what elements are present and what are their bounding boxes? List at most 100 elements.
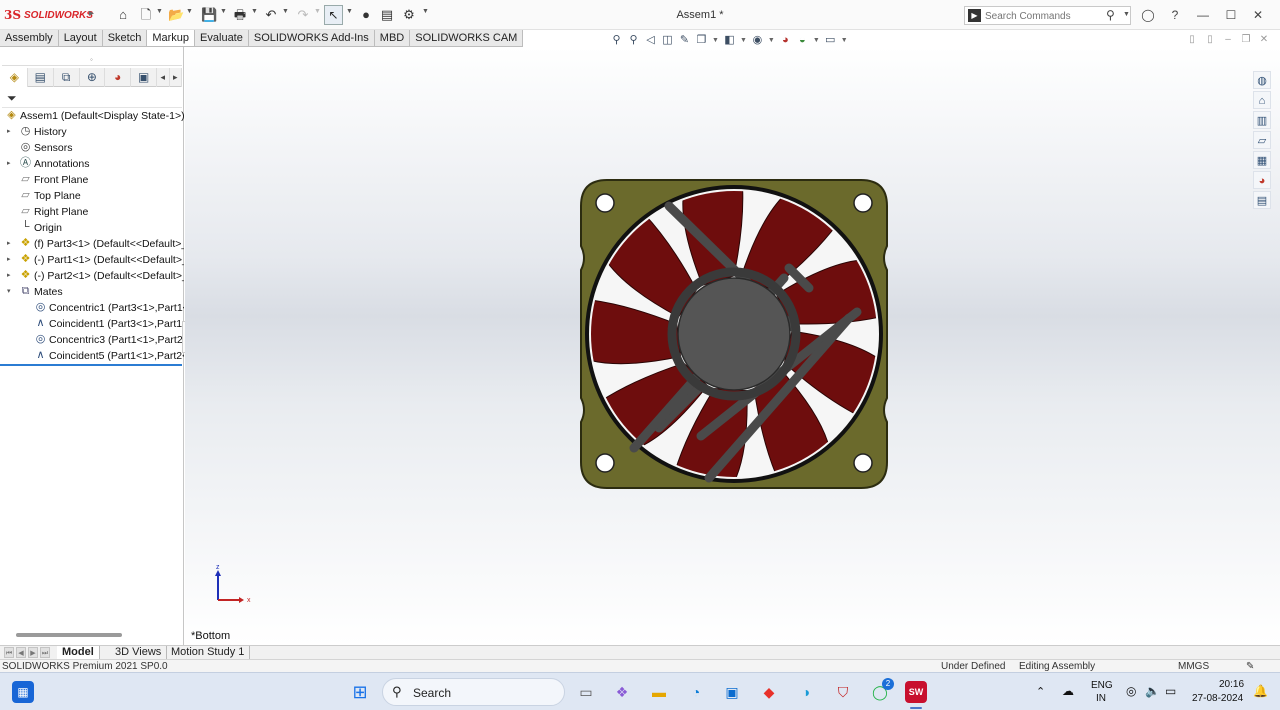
horizontal-scrollbar[interactable] — [16, 633, 122, 637]
expand-icon[interactable]: ▸ — [7, 271, 11, 279]
panel-grip-icon[interactable]: ◦ — [90, 55, 93, 64]
clock-time[interactable]: 20:16 — [1219, 679, 1244, 690]
maximize-icon[interactable]: ☐ — [1223, 7, 1239, 23]
unit-system-status[interactable]: MMGS — [1178, 661, 1209, 672]
tree-item[interactable]: ▸ ❖ (-) Part2<1> (Default<<Default>_ — [0, 268, 184, 284]
tile-icon[interactable]: ▯ — [1186, 34, 1198, 46]
tree-item[interactable]: ▱ Top Plane — [0, 188, 184, 204]
tabs-scroll-right-icon[interactable]: ▸ — [170, 68, 182, 87]
new-document-icon[interactable]: 🗋 — [138, 7, 154, 23]
zoom-to-fit-icon[interactable]: ⚲ — [610, 34, 623, 47]
weather-icon[interactable]: ◑ — [795, 681, 817, 703]
command-tab-mbd[interactable]: MBD — [374, 30, 411, 47]
print-icon[interactable]: 🖶 — [232, 7, 248, 23]
print-dropdown-icon[interactable]: ▼ — [251, 8, 258, 15]
command-tab-sketch[interactable]: Sketch — [102, 30, 148, 47]
bottom-tab-3d-views[interactable]: 3D Views — [110, 646, 168, 660]
zoom-to-area-icon[interactable]: ⚲ — [627, 34, 640, 47]
collapse-icon[interactable]: ▾ — [7, 287, 11, 295]
apply-scene-icon[interactable]: ◒ — [796, 34, 809, 47]
clock-date[interactable]: 27-08-2024 — [1192, 693, 1243, 704]
display-manager-tab-icon[interactable]: ◕ — [105, 68, 132, 87]
tabs-scroll-left-icon[interactable]: ◂ — [157, 68, 170, 87]
solidworks-resources-icon[interactable]: ◍ — [1253, 71, 1271, 89]
custom-properties-icon[interactable]: ▤ — [1253, 191, 1271, 209]
design-library-home-icon[interactable]: ⌂ — [1253, 91, 1271, 109]
battery-icon[interactable]: ▭ — [1165, 684, 1176, 698]
options-icon[interactable]: ⚙ — [401, 7, 417, 23]
view-settings-dropdown-icon[interactable]: ▼ — [841, 37, 848, 44]
section-view-icon[interactable]: ◫ — [661, 34, 674, 47]
doc-close-icon[interactable]: ✕ — [1258, 34, 1270, 46]
command-tab-solidworks-add-ins[interactable]: SOLIDWORKS Add-Ins — [248, 30, 375, 47]
hide-show-dropdown-icon[interactable]: ▼ — [768, 37, 775, 44]
mcafee-icon[interactable]: ⛉ — [832, 681, 854, 703]
configuration-manager-tab-icon[interactable]: ⧉ — [54, 68, 80, 87]
anydesk-icon[interactable]: ◆ — [758, 681, 780, 703]
view-orientation-dropdown-icon[interactable]: ▼ — [712, 37, 719, 44]
open-dropdown-icon[interactable]: ▼ — [186, 8, 193, 15]
next-tab-icon[interactable]: ▶ — [28, 647, 38, 658]
options-dropdown-icon[interactable]: ▼ — [422, 8, 429, 15]
redo-dropdown-icon[interactable]: ▼ — [314, 8, 321, 15]
previous-view-icon[interactable]: ◁ — [644, 34, 657, 47]
scene-dropdown-icon[interactable]: ▼ — [813, 37, 820, 44]
file-explorer-icon[interactable]: ▱ — [1253, 131, 1271, 149]
tree-item[interactable]: └ Origin — [0, 220, 184, 236]
comments-icon[interactable]: ✎ — [1246, 661, 1254, 672]
search-commands-box[interactable]: ▶ ⚲ ▼ — [964, 6, 1131, 25]
tree-item[interactable]: ▸ ◷ History — [0, 124, 184, 140]
display-style-dropdown-icon[interactable]: ▼ — [740, 37, 747, 44]
tree-item[interactable]: ◎ Concentric1 (Part3<1>,Part1< — [0, 300, 184, 316]
graphics-area[interactable]: ◍ ⌂ ▥ ▱ ▦ ◕ ▤ z x *Bottom — [185, 47, 1280, 645]
tree-item[interactable]: ∧ Coincident5 (Part1<1>,Part2< — [0, 348, 184, 364]
feature-manager-tab-icon[interactable]: ◈ — [2, 68, 28, 87]
search-icon[interactable]: ⚲ — [1106, 8, 1115, 22]
search-dropdown-icon[interactable]: ▼ — [1123, 11, 1130, 18]
cam-manager-tab-icon[interactable]: ▣ — [131, 68, 158, 87]
tree-item[interactable]: ◈ Assem1 (Default<Display State-1>) — [0, 108, 184, 124]
open-icon[interactable]: 📂 — [168, 7, 184, 23]
home-icon[interactable]: ⌂ — [115, 7, 131, 23]
bottom-tab-motion-study-1[interactable]: Motion Study 1 — [166, 646, 251, 660]
tree-item[interactable]: ∧ Coincident1 (Part3<1>,Part1< — [0, 316, 184, 332]
start-icon[interactable]: ⊞ — [349, 681, 371, 703]
hide-show-items-icon[interactable]: ◉ — [751, 34, 764, 47]
command-tab-assembly[interactable]: Assembly — [0, 30, 59, 47]
doc-minimize-icon[interactable]: – — [1222, 34, 1234, 46]
bottom-tab-model[interactable]: Model — [57, 646, 100, 660]
edge-icon[interactable]: ◔ — [685, 681, 707, 703]
previous-tab-icon[interactable]: ◀ — [16, 647, 26, 658]
tree-item[interactable]: ◎ Concentric3 (Part1<1>,Part2< — [0, 332, 184, 348]
file-explorer-taskbar-icon[interactable]: ▬ — [648, 681, 670, 703]
command-tab-markup[interactable]: Markup — [147, 30, 196, 47]
rebuild-icon[interactable]: ● — [358, 7, 374, 23]
tree-item[interactable]: ▾ ⧉ Mates — [0, 284, 184, 300]
solidworks-taskbar-icon[interactable]: SW — [905, 681, 927, 703]
select-icon[interactable]: ↖ — [324, 5, 343, 25]
design-library-icon[interactable]: ▥ — [1253, 111, 1271, 129]
select-dropdown-icon[interactable]: ▼ — [346, 8, 353, 15]
solidworks-logo[interactable]: 3S SOLIDWORKS — [4, 7, 93, 23]
close-icon[interactable]: ✕ — [1250, 7, 1266, 23]
dimxpert-manager-tab-icon[interactable]: ⊕ — [80, 68, 106, 87]
tree-item[interactable]: ▱ Right Plane — [0, 204, 184, 220]
new-dropdown-icon[interactable]: ▼ — [156, 8, 163, 15]
appearances-icon[interactable]: ◕ — [1253, 171, 1271, 189]
command-tab-layout[interactable]: Layout — [58, 30, 103, 47]
language-bottom[interactable]: IN — [1096, 693, 1106, 704]
undo-icon[interactable]: ↶ — [263, 7, 279, 23]
rollback-bar[interactable] — [0, 364, 182, 366]
fan-model[interactable] — [579, 178, 889, 490]
view-orientation-icon[interactable]: ❐ — [695, 34, 708, 47]
view-palette-icon[interactable]: ▦ — [1253, 151, 1271, 169]
microsoft-store-icon[interactable]: ▣ — [721, 681, 743, 703]
show-hidden-icons-icon[interactable]: ⌃ — [1036, 685, 1045, 698]
taskbar-search-box[interactable]: ⚲ Search — [382, 678, 565, 706]
expand-icon[interactable]: ▸ — [7, 159, 11, 167]
command-tab-evaluate[interactable]: Evaluate — [195, 30, 249, 47]
widgets-icon[interactable]: ▦ — [12, 681, 34, 703]
redo-icon[interactable]: ↷ — [295, 7, 311, 23]
tree-item[interactable]: ▸ ❖ (-) Part1<1> (Default<<Default>_ — [0, 252, 184, 268]
doc-restore-icon[interactable]: ❐ — [1240, 34, 1252, 46]
